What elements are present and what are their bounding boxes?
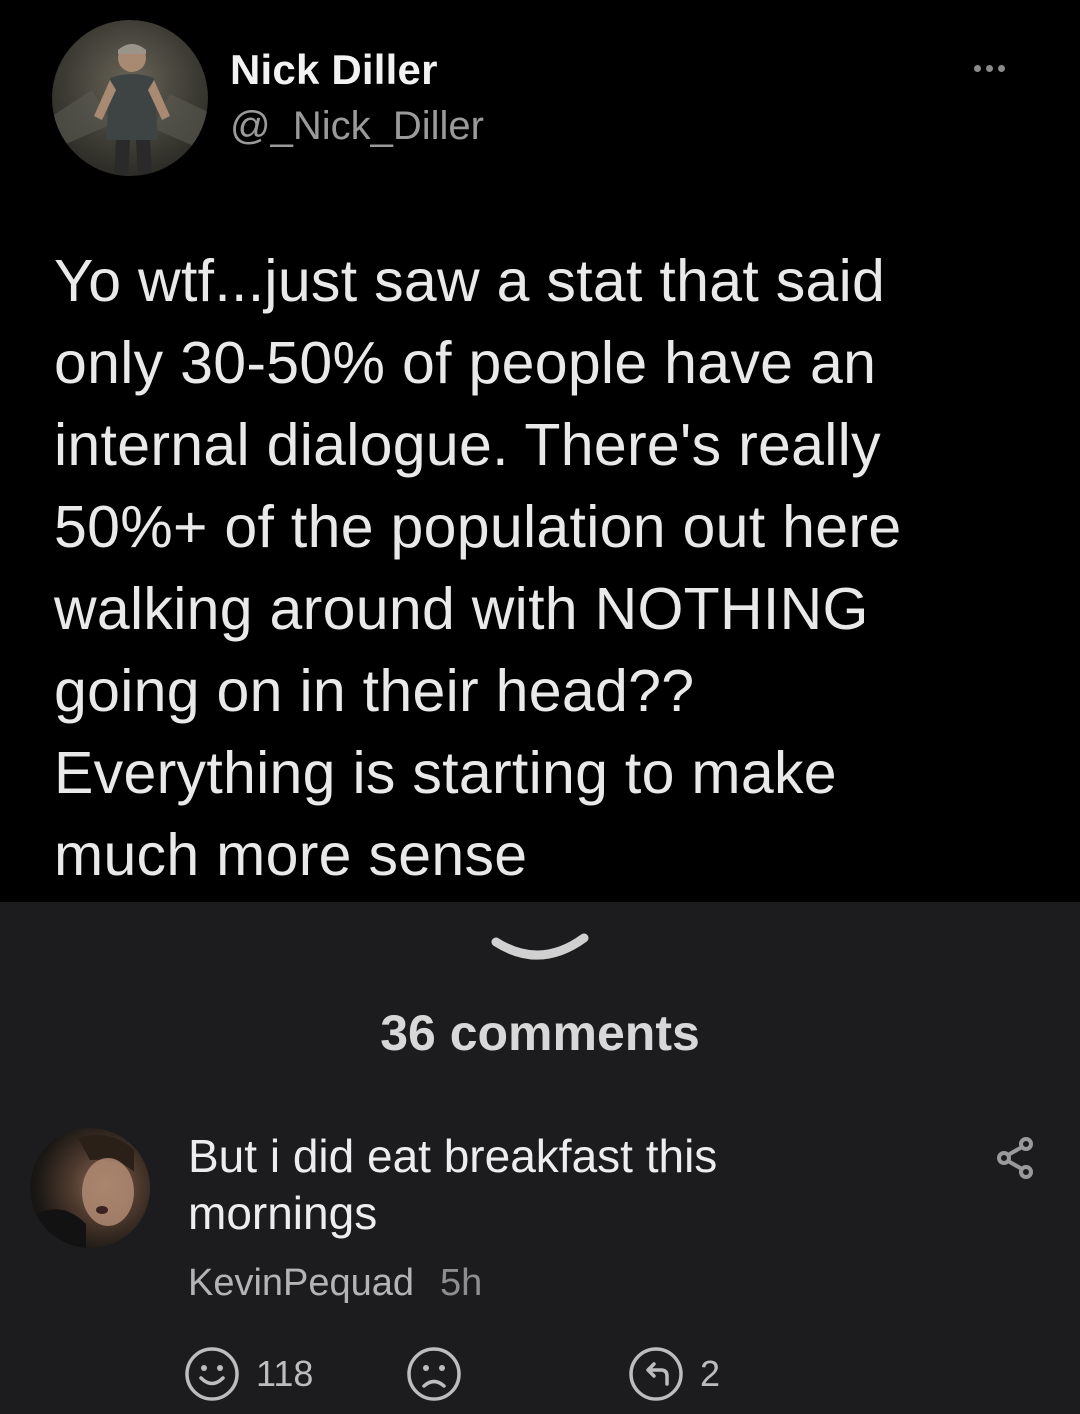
reply-button[interactable]: 2 <box>628 1346 720 1402</box>
tweet-text-line: much more sense <box>54 822 528 888</box>
comment-item: But i did eat breakfast this mornings Ke… <box>0 1100 1080 1414</box>
more-options-icon[interactable] <box>974 58 1014 78</box>
comment-time: 5h <box>440 1262 483 1304</box>
commenter-avatar[interactable] <box>30 1128 150 1248</box>
like-count: 118 <box>256 1353 314 1394</box>
tweet-text-line: internal dialogue. There's really <box>54 412 881 478</box>
comments-count: 36 comments <box>380 1005 700 1061</box>
tweet-text-line: only 30-50% of people have an <box>54 330 877 396</box>
tweet-text-line: Everything is starting to make <box>54 740 837 806</box>
tweet-card: Nick Diller @_Nick_Diller Yo wtf...just … <box>0 0 1080 902</box>
comment-text-line: mornings <box>188 1187 378 1239</box>
comment-text-line: But i did eat breakfast this <box>188 1130 718 1182</box>
chevron-down-icon[interactable] <box>490 928 590 974</box>
tweet-text-line: Yo wtf...just saw a stat that said <box>54 248 886 314</box>
author-handle[interactable]: @_Nick_Diller <box>230 104 484 149</box>
reply-icon <box>629 1347 683 1401</box>
tweet-text-line: 50%+ of the population out here <box>54 494 902 560</box>
tweet-text: Yo wtf...just saw a stat that said only … <box>54 240 1044 896</box>
frown-icon <box>407 1347 461 1401</box>
comment-text: But i did eat breakfast this mornings <box>188 1128 888 1242</box>
dislike-button[interactable] <box>406 1346 462 1402</box>
smile-icon <box>185 1347 239 1401</box>
share-icon[interactable] <box>996 1136 1036 1180</box>
author-name[interactable]: Nick Diller <box>230 46 438 94</box>
author-avatar[interactable] <box>52 20 208 176</box>
tweet-text-line: walking around with NOTHING <box>54 576 869 642</box>
reply-count: 2 <box>700 1353 721 1394</box>
like-button[interactable]: 118 <box>184 1346 313 1402</box>
tweet-text-line: going on in their head?? <box>54 658 695 724</box>
comment-author[interactable]: KevinPequad <box>188 1262 414 1305</box>
